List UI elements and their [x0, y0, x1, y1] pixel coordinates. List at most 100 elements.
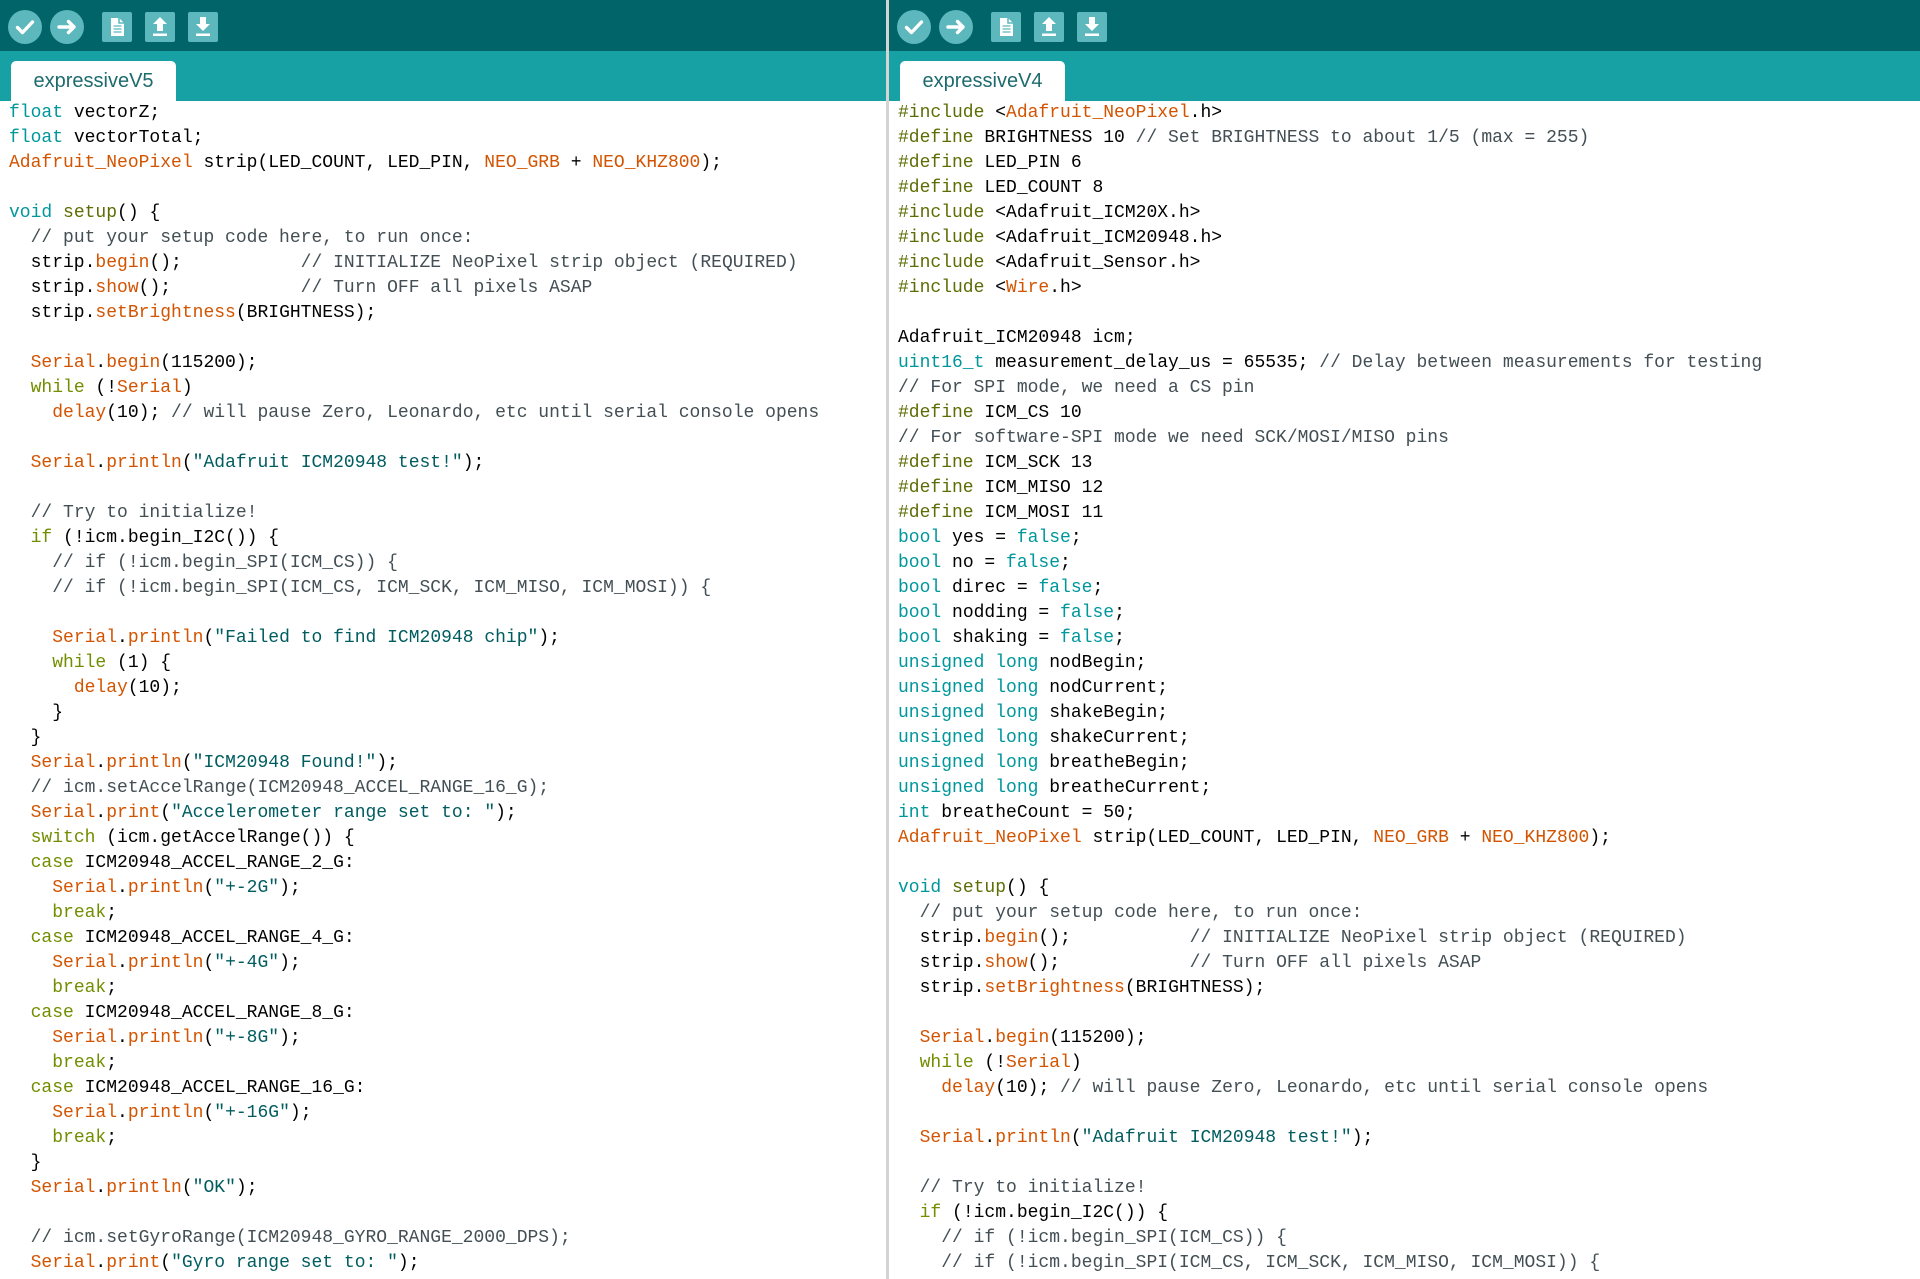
save-down-arrow-icon [1077, 12, 1107, 42]
code-token-preprocessor: #define [898, 178, 974, 198]
code-editor[interactable]: #include <Adafruit_NeoPixel.h> #define BR… [889, 101, 1920, 1279]
code-token-string: "Adafruit ICM20948 test!" [192, 453, 463, 473]
code-line: unsigned long nodBegin; [898, 651, 1920, 676]
code-token-plain: ; [106, 903, 118, 923]
code-line: while (!Serial) [898, 1051, 1920, 1076]
code-line: Serial.println("ICM20948 Found!"); [9, 751, 886, 776]
code-line: delay(10); // will pause Zero, Leonardo,… [898, 1076, 1920, 1101]
code-token-datatype: unsigned [898, 703, 985, 723]
verify-button[interactable] [897, 10, 931, 44]
code-token-datatype: float [9, 128, 64, 148]
code-line: break; [9, 976, 886, 1001]
tab-sketch[interactable]: expressiveV4 [900, 61, 1065, 101]
verify-button[interactable] [8, 10, 42, 44]
code-token-control: case [30, 928, 74, 948]
code-token-function: print [106, 803, 161, 823]
code-token-datatype: long [995, 703, 1039, 723]
code-token-function: Serial [30, 1253, 96, 1273]
code-token-preprocessor: #define [898, 403, 974, 423]
code-token-datatype: false [1016, 528, 1071, 548]
code-token-plain: < [984, 103, 1007, 123]
code-token-plain: } [9, 728, 42, 748]
code-token-plain: LED_COUNT 8 [973, 178, 1104, 198]
code-token-plain: ); [1351, 1128, 1374, 1148]
code-line: // if (!icm.begin_SPI(ICM_CS)) { [898, 1226, 1920, 1251]
code-token-comment: // icm.setAccelRange(ICM20948_ACCEL_RANG… [30, 778, 550, 798]
code-token-datatype: unsigned [898, 753, 985, 773]
code-line: strip.setBrightness(BRIGHTNESS); [898, 976, 1920, 1001]
code-line: strip.begin(); // INITIALIZE NeoPixel st… [9, 251, 886, 276]
code-token-function: show [984, 953, 1028, 973]
code-token-plain: . [117, 953, 128, 973]
code-token-string: "+-2G" [214, 878, 280, 898]
code-line: bool yes = false; [898, 526, 1920, 551]
code-line: delay(10); // will pause Zero, Leonardo,… [9, 401, 886, 426]
code-token-function: delay [52, 403, 107, 423]
code-token-plain: ); [700, 153, 722, 173]
code-token-function: delay [941, 1078, 996, 1098]
code-token-function: begin [995, 1028, 1050, 1048]
code-line: Serial.print("Accelerometer range set to… [9, 801, 886, 826]
code-token-plain: nodCurrent; [1038, 678, 1169, 698]
code-token-comment: // Delay between measurements for testin… [1319, 353, 1763, 373]
code-token-function: Serial [1006, 1053, 1071, 1073]
code-token-plain: . [984, 1128, 996, 1148]
code-token-plain: nodding = [941, 603, 1061, 623]
code-token-datatype: long [995, 778, 1039, 798]
code-line: #define ICM_SCK 13 [898, 451, 1920, 476]
upload-button[interactable] [939, 10, 973, 44]
code-token-datatype: long [995, 753, 1039, 773]
code-token-datatype: false [1060, 603, 1115, 623]
code-line: #include <Wire.h> [898, 276, 1920, 301]
code-token-string: "ICM20948 Found!" [192, 753, 377, 773]
upload-button[interactable] [50, 10, 84, 44]
code-token-function: show [95, 278, 139, 298]
code-token-function: println [995, 1128, 1071, 1148]
code-token-plain: ; [106, 978, 118, 998]
new-sketch-button[interactable] [991, 12, 1021, 42]
code-token-datatype: bool [898, 628, 942, 648]
code-line: // icm.setAccelRange(ICM20948_ACCEL_RANG… [9, 776, 886, 801]
code-token-function: NEO_KHZ800 [1481, 828, 1590, 848]
code-token-control: case [30, 853, 74, 873]
code-token-plain: (!icm.begin_I2C()) { [52, 528, 280, 548]
new-sketch-button[interactable] [102, 12, 132, 42]
code-token-datatype: unsigned [898, 778, 985, 798]
code-line: #define BRIGHTNESS 10 // Set BRIGHTNESS … [898, 126, 1920, 151]
code-token-plain: shaking = [941, 628, 1061, 648]
code-token-plain: (! [84, 378, 118, 398]
save-button[interactable] [1077, 12, 1107, 42]
code-token-datatype: long [995, 678, 1039, 698]
code-token-plain: strip(LED_COUNT, LED_PIN, [192, 153, 485, 173]
code-token-datatype: bool [898, 528, 942, 548]
code-token-function: print [106, 1253, 161, 1273]
code-token-plain: . [117, 1028, 128, 1048]
code-token-datatype: unsigned [898, 728, 985, 748]
code-line: bool no = false; [898, 551, 1920, 576]
code-line: Serial.println("Failed to find ICM20948 … [9, 626, 886, 651]
open-button[interactable] [1034, 12, 1064, 42]
save-button[interactable] [188, 12, 218, 42]
code-token-control: while [52, 653, 107, 673]
code-editor[interactable]: float vectorZ; float vectorTotal; Adafruit… [0, 101, 886, 1279]
code-line: Serial.print("Gyro range set to: "); [9, 1251, 886, 1276]
code-token-plain: strip. [9, 253, 96, 273]
code-token-preprocessor: #define [898, 478, 974, 498]
code-token-plain: ); [279, 1028, 301, 1048]
open-up-arrow-icon [1034, 12, 1064, 42]
code-line: break; [9, 1126, 886, 1151]
tab-sketch[interactable]: expressiveV5 [11, 61, 176, 101]
code-line: bool nodding = false; [898, 601, 1920, 626]
code-token-plain: Adafruit_ICM20948 icm; [898, 328, 1136, 348]
code-line: // For software-SPI mode we need SCK/MOS… [898, 426, 1920, 451]
open-button[interactable] [145, 12, 175, 42]
